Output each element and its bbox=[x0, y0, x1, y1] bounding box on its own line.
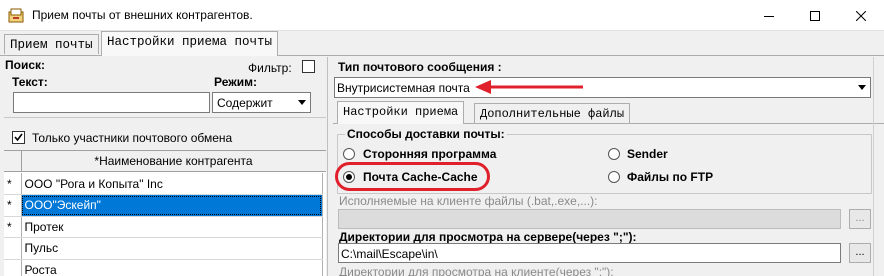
row-name[interactable]: ООО "Рога и Копыта" Inc bbox=[21, 173, 323, 195]
server-dirs-value: C:\mail\Escape\in\ bbox=[341, 247, 438, 261]
radio-label: Сторонняя программа bbox=[363, 147, 497, 161]
radio-label: Sender bbox=[627, 147, 668, 161]
table-row-selected[interactable]: * ООО"Эскейп" bbox=[4, 194, 323, 217]
minimize-button[interactable] bbox=[746, 0, 792, 31]
annotation-arrow-icon bbox=[475, 80, 583, 94]
close-button[interactable] bbox=[838, 0, 884, 31]
client-dirs-label: Директории для просмотра на клиенте(чере… bbox=[339, 265, 614, 276]
row-name[interactable]: Пульс bbox=[21, 237, 323, 260]
message-type-select[interactable]: Внутрисистемная почта bbox=[334, 77, 871, 98]
panel-border bbox=[873, 57, 874, 276]
mode-label: Режим: bbox=[214, 75, 257, 89]
delivery-group-label: Способы доставки почты: bbox=[345, 127, 507, 141]
row-marker bbox=[4, 259, 22, 276]
maximize-button[interactable] bbox=[792, 0, 838, 31]
tab-receive-settings[interactable]: Настройки приема почты bbox=[101, 31, 279, 56]
grid-header-name[interactable]: *Наименование контрагента bbox=[22, 154, 325, 168]
search-section-label: Поиск: bbox=[5, 58, 46, 72]
app-icon bbox=[8, 8, 24, 23]
row-marker: * bbox=[4, 173, 22, 195]
row-name[interactable]: ООО"Эскейп" bbox=[21, 194, 323, 217]
counterparty-grid: *Наименование контрагента * ООО "Рога и … bbox=[4, 150, 326, 276]
radio-button[interactable] bbox=[608, 148, 620, 160]
table-row[interactable]: * ООО "Рога и Копыта" Inc bbox=[4, 173, 323, 195]
chevron-down-icon bbox=[858, 85, 866, 90]
search-panel: Поиск: Фильтр: Текст: Режим: Содержит То… bbox=[4, 57, 328, 276]
row-marker: * bbox=[4, 194, 22, 217]
mode-select-value: Содержит bbox=[217, 96, 273, 110]
radio-button[interactable] bbox=[608, 171, 620, 183]
divider bbox=[4, 117, 326, 118]
server-dirs-input[interactable]: C:\mail\Escape\in\ bbox=[338, 243, 841, 263]
tab-receive-options[interactable]: Настройки приема bbox=[337, 101, 465, 124]
text-label: Текст: bbox=[12, 75, 48, 89]
participants-only-checkbox[interactable] bbox=[12, 131, 25, 144]
message-type-label: Тип почтового сообщения : bbox=[338, 60, 502, 74]
checkmark-icon bbox=[14, 133, 23, 142]
settings-panel: Тип почтового сообщения : Внутрисистемна… bbox=[333, 57, 884, 276]
server-dirs-browse-button[interactable]: ... bbox=[849, 243, 871, 263]
table-row[interactable]: Пульс bbox=[4, 237, 323, 260]
client-files-browse-button: ... bbox=[849, 209, 871, 229]
radio-sender[interactable]: Sender bbox=[608, 146, 728, 162]
tab-receive-mail[interactable]: Прием почты bbox=[4, 34, 99, 54]
client-files-input bbox=[338, 209, 841, 229]
radio-ftp[interactable]: Файлы по FTP bbox=[608, 169, 748, 185]
message-type-value: Внутрисистемная почта bbox=[337, 81, 470, 95]
radio-third-party[interactable]: Сторонняя программа bbox=[343, 146, 543, 162]
search-input[interactable] bbox=[13, 92, 210, 113]
minimize-icon bbox=[764, 15, 774, 17]
row-marker: * bbox=[4, 216, 22, 238]
grid-body: * ООО "Рога и Копыта" Inc * ООО"Эскейп" … bbox=[4, 173, 323, 276]
row-name[interactable]: Протек bbox=[21, 216, 323, 238]
window-title: Прием почты от внешних контрагентов. bbox=[32, 8, 253, 22]
radio-label: Файлы по FTP bbox=[627, 170, 714, 184]
row-marker bbox=[4, 237, 22, 260]
grid-header: *Наименование контрагента bbox=[4, 151, 326, 172]
mode-select[interactable]: Содержит bbox=[212, 92, 311, 113]
radio-button[interactable] bbox=[343, 148, 355, 160]
highlight-ellipse bbox=[335, 162, 490, 191]
filter-checkbox[interactable] bbox=[302, 60, 315, 73]
row-name[interactable]: Роста bbox=[21, 259, 323, 276]
tab-additional-files[interactable]: Дополнительные файлы bbox=[474, 103, 631, 124]
chevron-down-icon bbox=[298, 100, 306, 105]
server-dirs-label: Директории для просмотра на сервере(чере… bbox=[339, 230, 637, 244]
table-row[interactable]: * Протек bbox=[4, 216, 323, 238]
table-row[interactable]: Роста bbox=[4, 259, 323, 276]
maximize-icon bbox=[810, 10, 820, 21]
close-icon bbox=[856, 10, 866, 21]
filter-label: Фильтр: bbox=[248, 61, 292, 75]
client-files-label: Исполняемые на клиенте файлы (.bat,.exe,… bbox=[339, 194, 598, 208]
participants-only-label: Только участники почтового обмена bbox=[32, 131, 233, 145]
title-bar: Прием почты от внешних контрагентов. bbox=[0, 0, 884, 31]
